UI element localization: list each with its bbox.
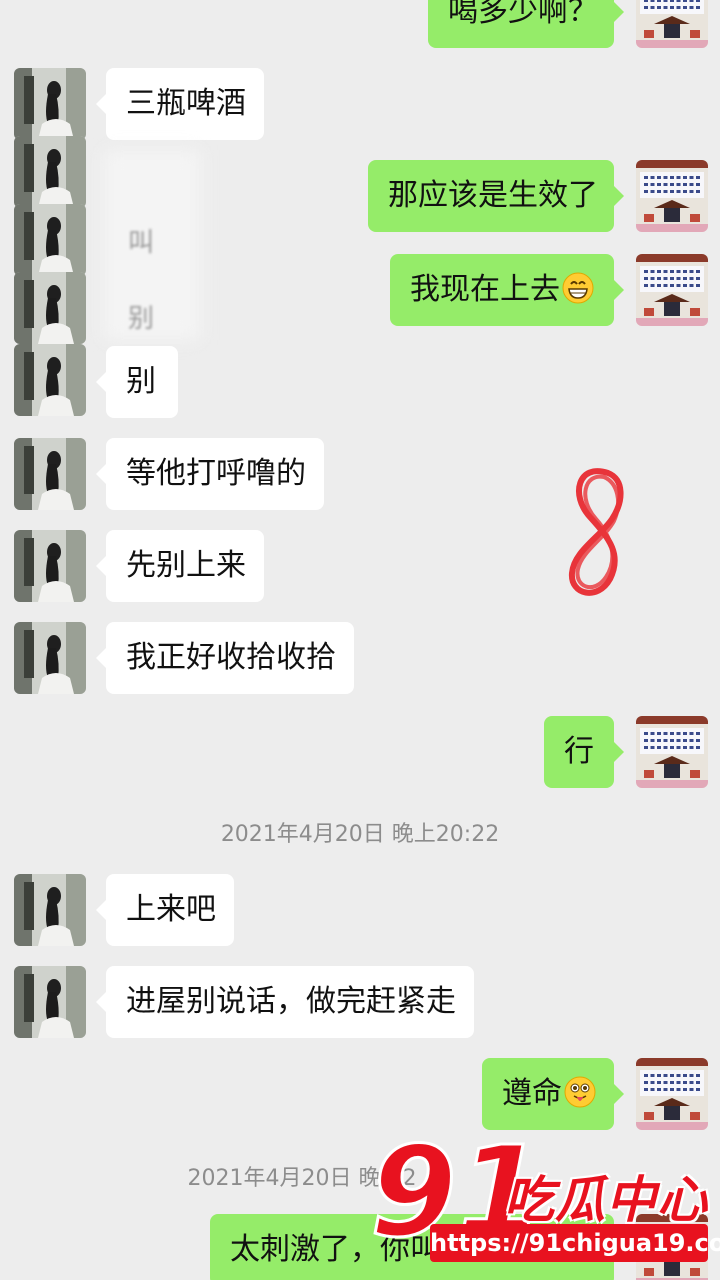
calligraphy-scroll-icon — [636, 1058, 708, 1130]
woman-sitting-photo-icon — [14, 874, 86, 946]
woman-sitting-photo-icon — [14, 204, 86, 276]
message-bubble-sent[interactable]: 喝多少啊？ — [428, 0, 624, 48]
self-avatar[interactable] — [636, 254, 708, 326]
self-avatar[interactable] — [636, 1058, 708, 1130]
message-bubble-sent[interactable]: 我现在上去 — [390, 254, 624, 326]
message-text: 先别上来 — [126, 548, 246, 583]
message-bubble-sent[interactable]: 遵命 — [482, 1058, 624, 1130]
self-avatar[interactable] — [636, 0, 708, 48]
contact-avatar[interactable] — [14, 966, 86, 1038]
contact-avatar[interactable] — [14, 136, 86, 208]
message-text: 三瓶啤酒 — [126, 86, 246, 121]
message-text: 我现在上去 — [410, 272, 560, 307]
message-bubble-sent[interactable]: 行 — [544, 716, 624, 788]
message-text: 遵命 — [502, 1076, 562, 1111]
message-text: 我正好收拾收拾 — [126, 640, 336, 675]
message-text: 上来吧 — [126, 892, 216, 927]
calligraphy-scroll-icon — [636, 160, 708, 232]
calligraphy-scroll-icon — [636, 254, 708, 326]
message-text: 那应该是生效了 — [388, 178, 598, 213]
blurred-fragment: 别 — [128, 304, 155, 334]
watermark-brand: 吃瓜中心 — [504, 1171, 708, 1229]
message-text: 喝多少啊？ — [448, 0, 598, 29]
woman-sitting-photo-icon — [14, 136, 86, 208]
calligraphy-scroll-icon — [636, 0, 708, 48]
message-text: 行 — [564, 734, 594, 769]
calligraphy-scroll-icon — [636, 716, 708, 788]
contact-avatar[interactable] — [14, 874, 86, 946]
contact-avatar[interactable] — [14, 344, 86, 416]
tongue-out-face-emoji — [564, 1076, 596, 1108]
contact-avatar[interactable] — [14, 530, 86, 602]
self-avatar[interactable] — [636, 716, 708, 788]
message-bubble-received[interactable]: 进屋别说话，做完赶紧走 — [96, 966, 474, 1038]
message-bubble-sent[interactable]: 那应该是生效了 — [368, 160, 624, 232]
message-bubble-received[interactable]: 三瓶啤酒 — [96, 68, 264, 140]
contact-avatar[interactable] — [14, 438, 86, 510]
chat-timestamp: 2021年4月20日 晚上20:22 — [220, 822, 500, 847]
message-text: 别 — [126, 364, 156, 399]
woman-sitting-photo-icon — [14, 68, 86, 140]
message-text: 等他打呼噜的 — [126, 456, 306, 491]
woman-sitting-photo-icon — [14, 344, 86, 416]
woman-sitting-photo-icon — [14, 966, 86, 1038]
message-bubble-received[interactable]: 等他打呼噜的 — [96, 438, 324, 510]
self-avatar[interactable] — [636, 160, 708, 232]
message-bubble-received[interactable]: 上来吧 — [96, 874, 234, 946]
message-bubble-received[interactable]: 别 — [96, 346, 178, 418]
handwritten-annotation: 8 — [568, 468, 624, 596]
message-text: 进屋别说话，做完赶紧走 — [126, 984, 456, 1019]
watermark-url: https://91chigua19.com — [430, 1224, 720, 1262]
woman-sitting-photo-icon — [14, 438, 86, 510]
contact-avatar[interactable] — [14, 622, 86, 694]
message-bubble-received[interactable]: 先别上来 — [96, 530, 264, 602]
contact-avatar[interactable] — [14, 204, 86, 276]
contact-avatar[interactable] — [14, 68, 86, 140]
woman-sitting-photo-icon — [14, 530, 86, 602]
woman-sitting-photo-icon — [14, 272, 86, 344]
blurred-fragment: 叫 — [128, 228, 155, 258]
contact-avatar[interactable] — [14, 272, 86, 344]
chat-conversation: 喝多少啊？ 三瓶啤酒 叫 别 那应该是生效了 我现在上去 别 等他打呼噜的 先别… — [0, 0, 720, 1280]
grinning-face-emoji — [562, 272, 594, 304]
woman-sitting-photo-icon — [14, 622, 86, 694]
message-bubble-received[interactable]: 我正好收拾收拾 — [96, 622, 354, 694]
